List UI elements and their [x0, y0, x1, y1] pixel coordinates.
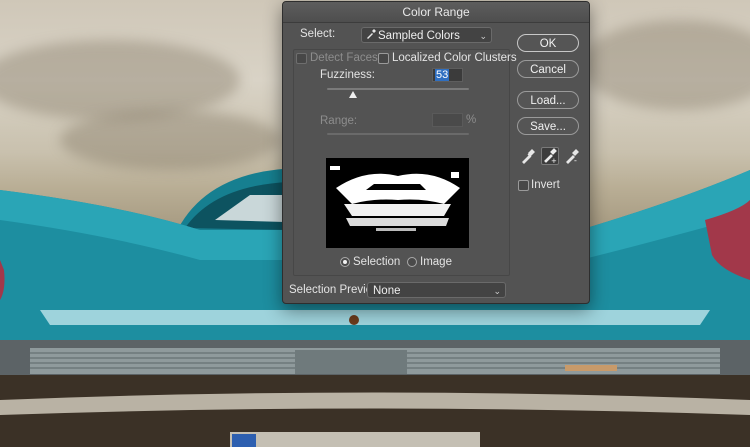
select-dropdown[interactable]: Sampled Colors ⌄	[361, 27, 492, 43]
save-button[interactable]: Save...	[517, 117, 579, 135]
eyedropper-icon	[366, 28, 378, 44]
fuzziness-slider-thumb[interactable]	[348, 91, 357, 98]
invert-label: Invert	[531, 179, 560, 191]
fuzziness-value: 53	[435, 69, 450, 81]
range-slider-track[interactable]	[327, 133, 469, 135]
eyedropper-minus-icon[interactable]: -	[563, 147, 581, 165]
selection-radio[interactable]	[340, 257, 350, 267]
image-radio-label: Image	[420, 256, 452, 268]
selection-preview-value: None	[373, 285, 401, 297]
localized-clusters-label: Localized Color Clusters	[392, 52, 517, 64]
select-value: Sampled Colors	[378, 30, 460, 42]
chevron-down-icon: ⌄	[479, 31, 487, 41]
invert-checkbox[interactable]	[518, 180, 529, 191]
eyedropper-icon[interactable]	[519, 147, 537, 165]
select-label: Select:	[300, 28, 336, 40]
ok-button[interactable]: OK	[517, 34, 579, 52]
fuzziness-label: Fuzziness:	[320, 69, 375, 81]
detect-faces-label: Detect Faces	[310, 52, 378, 64]
detect-faces-checkbox[interactable]	[296, 53, 307, 64]
fuzziness-slider-track[interactable]	[327, 88, 469, 90]
range-input[interactable]	[432, 113, 463, 127]
svg-text:+: +	[551, 157, 557, 164]
selection-preview-dropdown[interactable]: None ⌄	[367, 282, 506, 298]
cancel-button[interactable]: Cancel	[517, 60, 579, 78]
svg-text:-: -	[574, 156, 577, 165]
chevron-down-icon: ⌄	[493, 286, 501, 296]
selection-radio-label: Selection	[353, 256, 401, 268]
image-radio[interactable]	[407, 257, 417, 267]
color-range-dialog: Color Range Select: Sampled Colors ⌄ Det…	[282, 1, 590, 304]
eyedropper-plus-icon[interactable]: +	[541, 147, 559, 165]
selection-preview-image	[326, 158, 469, 248]
range-unit: %	[466, 114, 477, 126]
localized-clusters-checkbox[interactable]	[378, 53, 389, 64]
range-label: Range:	[320, 115, 358, 127]
fuzziness-input[interactable]: 53	[432, 68, 463, 82]
dialog-title: Color Range	[283, 2, 589, 23]
load-button[interactable]: Load...	[517, 91, 579, 109]
